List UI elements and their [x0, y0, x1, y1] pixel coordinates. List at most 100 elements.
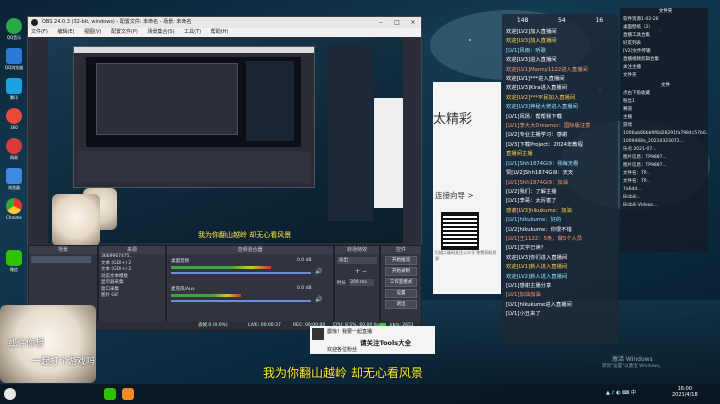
desktop-icon-chrome[interactable]: Chrome [3, 198, 25, 220]
folder-item[interactable]: [V2]文件传输 [620, 48, 708, 56]
studio-mode-button[interactable]: 工作室模式 [385, 278, 417, 287]
file-sidebar[interactable]: 文件夹 软件资源1-02-26 桌面壁纸（2） 直播工具合集 好友列表 [V2]文件传输… [620, 8, 708, 252]
folder-item[interactable]: 软件资源1-02-26 [620, 16, 708, 24]
controls-dock: 控件 开始推流 开始录制 工作室模式 设置 退出 [380, 245, 422, 331]
chat-message: [LV1]文字已读？ [506, 245, 546, 252]
file-item[interactable]: 图片信息：TP9887... [620, 154, 708, 162]
file-item[interactable]: 游戏 [620, 122, 708, 130]
file-item[interactable]: Bilibili... [620, 194, 708, 202]
nested-obs-capture-2 [96, 63, 238, 135]
mixer-channel-desktop: 桌面音频 [171, 259, 189, 264]
folder-item[interactable]: 直播视频剪辑合集 [620, 56, 708, 64]
app-taskbar-icon[interactable] [122, 388, 134, 400]
desktop-icon-browser2[interactable]: 浏览器 [3, 168, 25, 191]
transition-duration-input[interactable]: 300 ms [349, 279, 374, 286]
chat-message: 欢迎[LV1]Manny1122进入直播间 [506, 66, 588, 73]
source-item[interactable]: 图片 GIF [99, 293, 165, 300]
360-icon [6, 108, 22, 124]
exit-button[interactable]: 退出 [385, 300, 417, 309]
nested-obs-capture [73, 46, 315, 188]
promo-qr-caption: 扫描二维码关注公众号 免费获取资源 [435, 250, 497, 261]
menu-view[interactable]: 视图(V) [84, 29, 101, 35]
preview-promo-card [374, 98, 403, 208]
start-button-icon[interactable] [4, 388, 16, 400]
file-item[interactable]: 1006ab66bb9f8d28291fa7984c57b0... [620, 130, 708, 138]
file-item[interactable]: 乐点 2021-07... [620, 146, 708, 154]
file-item[interactable]: 1009468a_20210323071... [620, 138, 708, 146]
nested-docks [78, 151, 310, 183]
file-item[interactable]: 图片信息：TP9887... [620, 162, 708, 170]
cat-overlay-image [52, 194, 100, 246]
wechat-taskbar-icon[interactable] [104, 388, 116, 400]
chrome-icon [6, 198, 22, 214]
chat-message: 欢迎[LV1]***进入直播间 [506, 76, 565, 83]
transition-select[interactable]: 淡出 [337, 257, 377, 264]
file-item[interactable]: 7a6dd... [620, 186, 708, 194]
menu-file[interactable]: 文件(F) [31, 29, 48, 35]
maximize-icon[interactable]: □ [389, 17, 405, 28]
tray-icons[interactable]: ▲ ♪ ◐ ⌨ 中 [606, 389, 666, 399]
obs-preview[interactable]: 我为你翻山越岭 却无心看风景 [48, 38, 403, 243]
menu-help[interactable]: 帮助(H) [211, 29, 229, 35]
folder-item[interactable]: 好友列表 [620, 40, 708, 48]
obs-window-title: OBS 24.0.3 (32-bit, windows) - 配置文件: 未命名… [42, 19, 192, 25]
file-list: 点右下角收藏 粉丝1 赛道 主播 游戏 1006ab66bb9f8d28291fa7984… [620, 90, 708, 210]
desktop-icon-360[interactable]: 360 [3, 108, 25, 130]
notice-line-2: 请关注Tools大全 [360, 339, 412, 347]
tencent-icon [6, 78, 22, 94]
qr-code-image [441, 212, 479, 250]
menu-scene-collection[interactable]: 场景集合(S) [147, 29, 174, 35]
taskbar: ▲ ♪ ◐ ⌨ 中 16:00 2021/4/18 [0, 384, 720, 404]
wechat-icon [6, 250, 22, 266]
mixer-dock-header: 音频混合器 [167, 246, 333, 254]
desktop-icon-browser[interactable]: QQ浏览器 [3, 48, 25, 71]
mixer-mic-slider[interactable] [171, 300, 311, 302]
chat-message: 赞[LV2]Shh1874Gi9：天天 [506, 170, 574, 177]
chat-likes-count: 148 [516, 17, 529, 24]
file-item[interactable]: Bilibili Videos... [620, 202, 708, 210]
chat-message: [LV1]Shh1874Gi9：加油 [506, 179, 568, 186]
live-chat-panel[interactable]: 148 54 16 欢迎[LV2]加入直播间 欢迎[LV3]加入直播间 [LV1]风… [502, 14, 618, 344]
chat-viewers-count: 54 [558, 17, 566, 24]
desktop-icon-tencent[interactable]: 腾讯 [3, 78, 25, 101]
start-recording-button[interactable]: 开始录制 [385, 267, 417, 276]
desktop-icon-qqmusic[interactable]: QQ音乐 [3, 18, 25, 41]
file-item[interactable]: 文件名：TP... [620, 178, 708, 186]
folder-item[interactable]: 直播工具合集 [620, 32, 708, 40]
file-item[interactable]: 文件名：TP... [620, 170, 708, 178]
chat-message: [LV1]李哥：太厉害了 [506, 198, 557, 205]
speaker-icon[interactable]: 🔊 [315, 296, 322, 303]
chat-message: [LV1]王1122：5条，做5个人员 [506, 235, 583, 242]
nested-titlebar [74, 47, 314, 53]
file-item[interactable]: 主播 [620, 114, 708, 122]
file-item[interactable]: 赛道 [620, 106, 708, 114]
folder-item[interactable]: 桌面壁纸（2） [620, 24, 708, 32]
menu-profile[interactable]: 配置文件(P) [111, 29, 138, 35]
mixer-mic-meter [171, 294, 241, 297]
file-item[interactable]: 粉丝1 [620, 98, 708, 106]
speaker-icon[interactable]: 🔊 [315, 268, 322, 275]
scene-item-selected[interactable] [31, 256, 91, 263]
promo-link[interactable]: 连接向导 > [435, 190, 474, 201]
taskbar-clock[interactable]: 16:00 2021/4/18 [672, 386, 698, 398]
folder-list: 软件资源1-02-26 桌面壁纸（2） 直播工具合集 好友列表 [V2]文件传输 直播视频… [620, 16, 708, 80]
folder-item[interactable]: 文件夹 [620, 72, 708, 80]
desktop-icon-netease[interactable]: 网易 [3, 138, 25, 161]
minimize-icon[interactable]: – [373, 17, 389, 28]
chat-message: [LV2]我们：了解主播 [506, 188, 557, 195]
folder-item[interactable]: 关注主播 [620, 64, 708, 72]
obs-window[interactable]: OBS 24.0.3 (32-bit, windows) - 配置文件: 未命名… [27, 16, 422, 331]
chat-message: 欢迎[LV2]新人进入直播间 [506, 273, 568, 280]
mixer-desktop-slider[interactable] [171, 272, 311, 274]
chat-message: [LV3]下载Project：2024年教程 [506, 141, 583, 148]
desktop-icon-wechat[interactable]: 微信 [3, 250, 25, 273]
menu-tools[interactable]: 工具(T) [184, 29, 201, 35]
start-streaming-button[interactable]: 开始推流 [385, 256, 417, 265]
file-item[interactable]: 点右下角收藏 [620, 90, 708, 98]
obs-titlebar[interactable]: OBS 24.0.3 (32-bit, windows) - 配置文件: 未命名… [28, 17, 421, 28]
transition-duration-label: 时长 [337, 281, 346, 286]
settings-button[interactable]: 设置 [385, 289, 417, 298]
menu-edit[interactable]: 编辑(E) [57, 29, 74, 35]
add-transition-icon[interactable]: + − [355, 268, 367, 275]
close-icon[interactable]: × [405, 17, 421, 28]
